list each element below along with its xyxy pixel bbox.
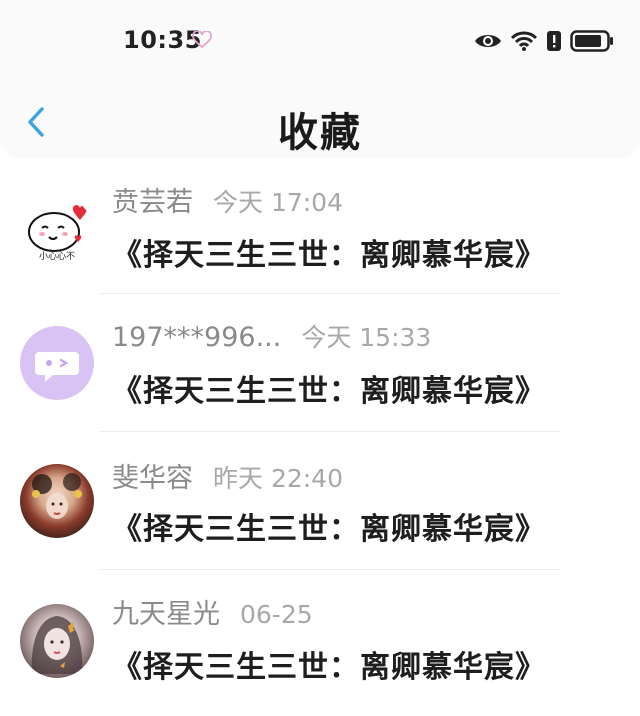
avatar-caption: 小心心不 (39, 251, 75, 262)
favorites-list: 小心心不 贲芸若 今天 17:04 《择天三生三世：离卿慕华宸》 197***9… (0, 156, 640, 708)
item-content[interactable]: 《择天三生三世：离卿慕华宸》 (112, 504, 546, 548)
emoji-face-avatar: 小心心不 (28, 204, 88, 262)
list-item[interactable]: 小心心不 贲芸若 今天 17:04 《择天三生三世：离卿慕华宸》 (0, 156, 640, 294)
photo-avatar (31, 616, 83, 674)
item-content[interactable]: 《择天三生三世：离卿慕华宸》 (112, 230, 546, 274)
user-name[interactable]: 九天星光 (112, 592, 220, 631)
timestamp: 今天 17:04 (213, 188, 343, 217)
item-content[interactable]: 《择天三生三世：离卿慕华宸》 (112, 366, 546, 410)
wifi-icon (510, 31, 538, 51)
page-title: 收藏 (278, 110, 362, 156)
status-time: 10:35 (123, 26, 202, 54)
timestamp: 昨天 22:40 (213, 464, 343, 493)
list-item[interactable]: 斐华容 昨天 22:40 《择天三生三世：离卿慕华宸》 (0, 432, 640, 570)
avatar[interactable] (20, 464, 94, 538)
chat-bubble-avatar (35, 352, 79, 382)
user-name[interactable]: 斐华容 (112, 456, 193, 495)
user-name[interactable]: 贲芸若 (112, 180, 193, 219)
list-item[interactable]: 九天星光 06-25 《择天三生三世：离卿慕华宸》 (0, 570, 640, 708)
photo-avatar (32, 473, 82, 519)
top-header: 10:35 收藏 (0, 0, 640, 156)
status-icons (474, 27, 614, 55)
user-name[interactable]: 197***996... (112, 322, 281, 353)
timestamp: 06-25 (240, 600, 313, 629)
heart-icon (192, 31, 212, 49)
avatar[interactable] (20, 604, 94, 678)
list-item[interactable]: 197***996... 今天 15:33 《择天三生三世：离卿慕华宸》 (0, 294, 640, 432)
alert-icon (547, 31, 561, 51)
battery-icon (570, 30, 613, 52)
eye-icon (475, 35, 501, 47)
item-content[interactable]: 《择天三生三世：离卿慕华宸》 (112, 642, 546, 686)
avatar[interactable]: 小心心不 (20, 196, 94, 270)
avatar[interactable] (20, 326, 94, 400)
timestamp: 今天 15:33 (301, 323, 432, 352)
